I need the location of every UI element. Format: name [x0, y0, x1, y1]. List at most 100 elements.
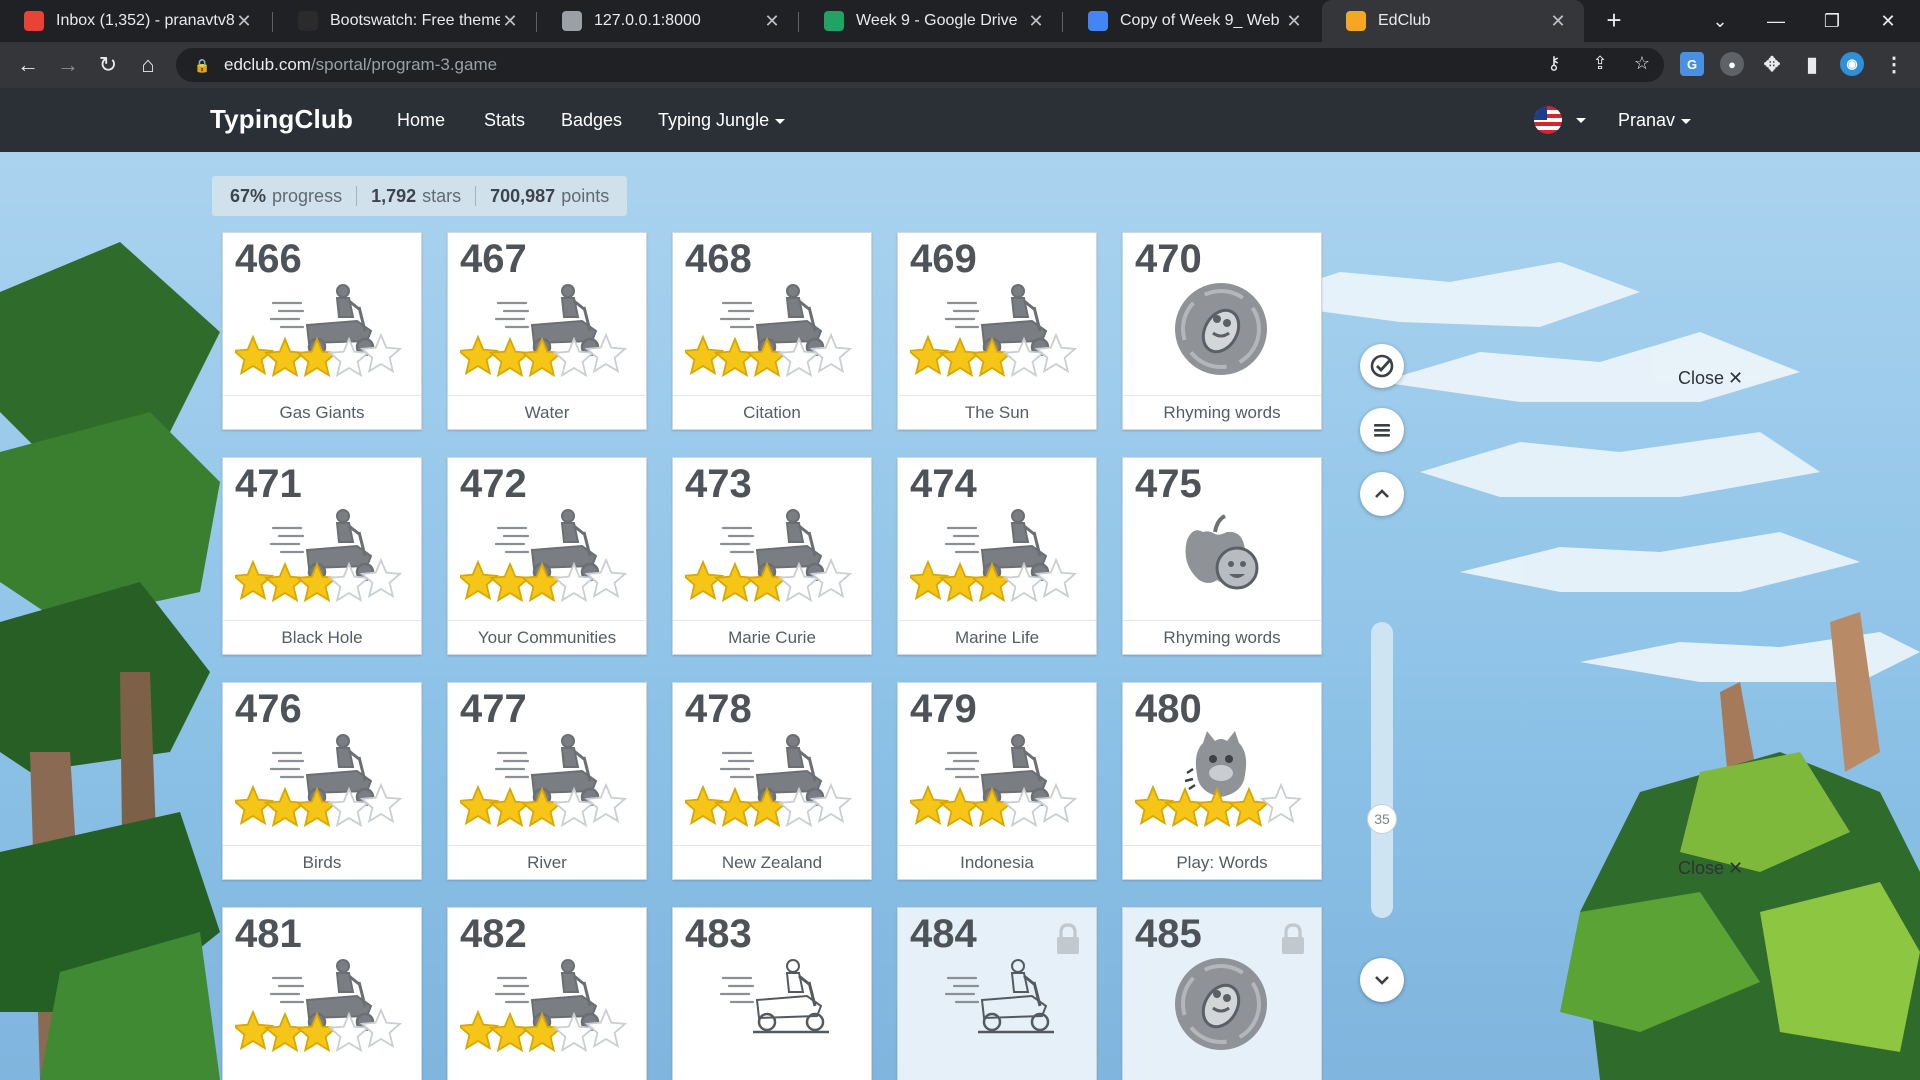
lesson-card[interactable]: 467 Water: [447, 232, 647, 430]
lesson-number: 479: [910, 687, 977, 731]
nav-stats[interactable]: Stats: [484, 110, 525, 131]
share-icon[interactable]: ⇪: [1586, 49, 1614, 77]
star-icon: [1259, 783, 1303, 824]
scroll-track[interactable]: [1371, 622, 1393, 918]
tab-close-icon[interactable]: ✕: [1548, 11, 1568, 32]
browser-tab[interactable]: Copy of Week 9_ Web Deve✕: [1064, 0, 1320, 42]
nav-home[interactable]: Home: [397, 110, 445, 131]
lesson-card[interactable]: 472 Your Communities: [447, 457, 647, 655]
address-bar[interactable]: 🔒 edclub.com/sportal/program-3.game: [176, 48, 1664, 82]
star-icon: [938, 786, 982, 828]
lesson-card[interactable]: 480 Play: Words: [1122, 682, 1322, 880]
language-chevron-down-icon[interactable]: [1576, 118, 1586, 123]
lesson-card[interactable]: 477 River: [447, 682, 647, 880]
star-icon: [1195, 786, 1239, 828]
key-icon[interactable]: ⚷: [1540, 49, 1568, 77]
lesson-card[interactable]: 484: [897, 907, 1097, 1080]
star-icon: [520, 336, 564, 378]
star-icon: [745, 336, 789, 378]
star-icon: [327, 336, 371, 378]
translate-extension-icon[interactable]: G: [1680, 52, 1704, 76]
browser-tab[interactable]: EdClub ✕: [1322, 0, 1584, 42]
scroll-down-button[interactable]: [1360, 958, 1404, 1002]
bookmark-star-icon[interactable]: ☆: [1628, 49, 1656, 77]
nav-badges[interactable]: Badges: [561, 110, 622, 131]
star-icon: [685, 559, 725, 601]
back-icon[interactable]: ←: [12, 49, 44, 81]
browser-tab[interactable]: Inbox (1,352) - pranavtv801 ✕: [0, 0, 270, 42]
forward-icon[interactable]: →: [52, 49, 84, 81]
close-link-top[interactable]: Close ✕: [1678, 368, 1743, 389]
user-name: Pranav: [1618, 110, 1676, 130]
new-tab-button[interactable]: +: [1600, 7, 1628, 35]
star-icon: [1227, 786, 1271, 828]
reload-icon[interactable]: ↻: [92, 49, 124, 81]
extension-icon[interactable]: ●: [1720, 52, 1744, 76]
lesson-card[interactable]: 473 Marie Curie: [672, 457, 872, 655]
lesson-title: River: [448, 845, 646, 879]
lesson-title: New Zealand: [673, 845, 871, 879]
menu-button[interactable]: [1360, 408, 1404, 452]
url-host: edclub.com: [224, 55, 311, 74]
star-icon: [359, 558, 403, 599]
lesson-number: 473: [685, 462, 752, 506]
lesson-card[interactable]: 476 Birds: [222, 682, 422, 880]
minimize-button[interactable]: —: [1748, 0, 1804, 42]
lesson-number: 469: [910, 237, 977, 281]
scroll-position-knob[interactable]: 35: [1367, 804, 1397, 834]
tab-close-icon[interactable]: ✕: [1284, 11, 1304, 32]
lesson-card[interactable]: 483: [672, 907, 872, 1080]
star-icon: [685, 334, 725, 376]
more-menu-icon[interactable]: ⋮: [1882, 52, 1906, 76]
browser-tab[interactable]: Bootswatch: Free themes fo✕: [274, 0, 536, 42]
restore-button[interactable]: ❐: [1804, 0, 1860, 42]
lesson-card[interactable]: 485: [1122, 907, 1322, 1080]
star-icon: [1002, 336, 1046, 378]
star-icon: [1002, 561, 1046, 603]
lesson-card[interactable]: 474 Marine Life: [897, 457, 1097, 655]
tab-close-icon[interactable]: ✕: [1026, 11, 1046, 32]
lesson-number: 478: [685, 687, 752, 731]
lesson-card[interactable]: 482: [447, 907, 647, 1080]
nav-typing-jungle[interactable]: Typing Jungle: [658, 110, 786, 131]
lesson-card[interactable]: 471 Black Hole: [222, 457, 422, 655]
home-icon[interactable]: ⌂: [132, 49, 164, 81]
extensions-puzzle-icon[interactable]: ✥: [1760, 52, 1784, 76]
lesson-card[interactable]: 479 Indonesia: [897, 682, 1097, 880]
lesson-number: 471: [235, 462, 302, 506]
side-panel-icon[interactable]: ▮: [1800, 52, 1824, 76]
tab-close-icon[interactable]: ✕: [762, 11, 782, 32]
star-icon: [1163, 786, 1207, 828]
scroll-up-button[interactable]: [1360, 472, 1404, 516]
tab-search-icon[interactable]: ⌄: [1692, 0, 1748, 42]
tab-close-icon[interactable]: ✕: [234, 11, 254, 32]
close-link-bottom[interactable]: Close ✕: [1678, 858, 1743, 879]
browser-tab[interactable]: 127.0.0.1:8000 ✕: [538, 0, 798, 42]
bootswatch-icon: [298, 11, 318, 31]
lesson-card[interactable]: 469 The Sun: [897, 232, 1097, 430]
progress-summary: 67% progress 1,792 stars 700,987 points: [212, 176, 628, 216]
lesson-card[interactable]: 468 Citation: [672, 232, 872, 430]
browser-tab[interactable]: Week 9 - Google Drive ✕: [800, 0, 1062, 42]
divider: [475, 186, 477, 206]
google-docs-icon: [1088, 11, 1108, 31]
lesson-card[interactable]: 481: [222, 907, 422, 1080]
lesson-number: 468: [685, 237, 752, 281]
check-goals-button[interactable]: [1360, 344, 1404, 388]
lesson-title: Play: Words: [1123, 845, 1321, 879]
chevron-up-icon: [1375, 489, 1389, 498]
star-icon: [809, 783, 853, 824]
lesson-card[interactable]: 470 Rhyming words: [1122, 232, 1322, 430]
us-flag-icon[interactable]: [1534, 106, 1562, 134]
user-menu[interactable]: Pranav: [1618, 110, 1692, 131]
close-window-button[interactable]: ✕: [1860, 0, 1916, 42]
lesson-card[interactable]: 466 Gas Giants: [222, 232, 422, 430]
lesson-card[interactable]: 478 New Zealand: [672, 682, 872, 880]
lesson-card[interactable]: 475 Rhyming words: [1122, 457, 1322, 655]
lesson-number: 484: [910, 912, 977, 956]
tab-close-icon[interactable]: ✕: [500, 11, 520, 32]
lesson-title: Birds: [223, 845, 421, 879]
profile-avatar[interactable]: ◉: [1840, 52, 1864, 76]
nav-typing-jungle-label: Typing Jungle: [658, 110, 770, 130]
brand-logo[interactable]: TypingClub: [210, 104, 353, 135]
